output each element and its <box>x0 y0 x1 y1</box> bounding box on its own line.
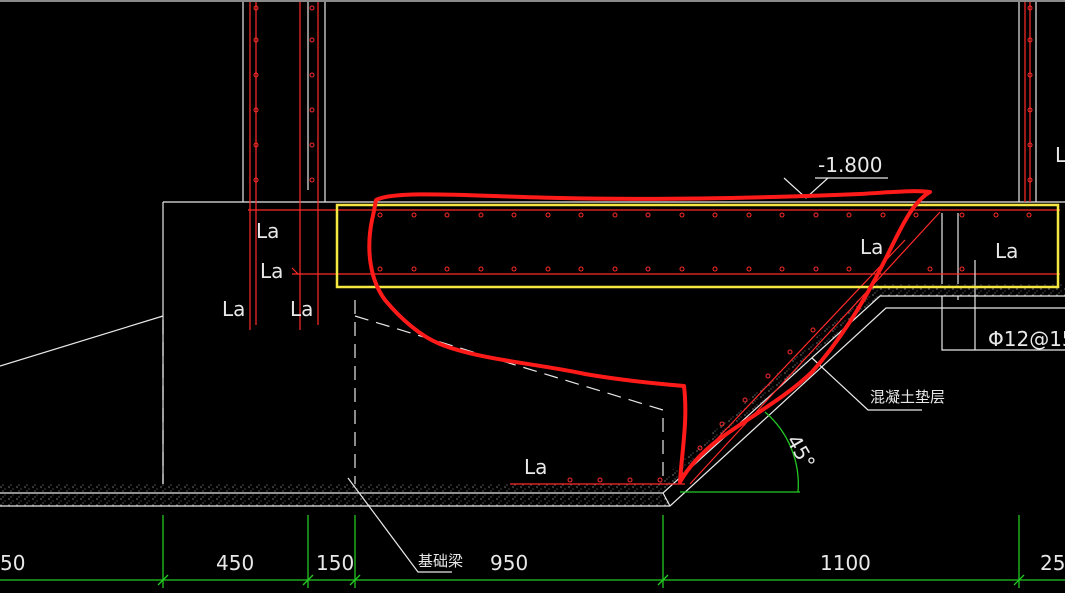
la-label: La <box>256 219 279 243</box>
beam-label: 基础梁 <box>418 552 463 570</box>
freehand-annotation <box>367 189 932 484</box>
la-label: La <box>222 297 245 321</box>
dimension-value: 1100 <box>820 551 871 575</box>
column-rebar-dots <box>253 5 1033 183</box>
angle-label: 45° <box>782 431 821 474</box>
la-label: La <box>995 239 1018 263</box>
la-label: La <box>290 297 313 321</box>
dimension-line <box>0 515 1065 588</box>
highlight-box <box>335 203 1060 289</box>
dimension-value: 450 <box>216 551 254 575</box>
cushion-label: 混凝土垫层 <box>870 388 945 406</box>
la-label: La <box>524 455 547 479</box>
la-label: La <box>260 259 283 283</box>
cad-drawing-canvas[interactable]: La La La La La La La L -1.800 Φ12@150 混凝… <box>0 0 1065 588</box>
dimension-value: 150 <box>316 551 354 575</box>
anchorage-labels: La La La La La La La L <box>222 143 1065 479</box>
la-label: La <box>860 235 883 259</box>
elevation-label: -1.800 <box>818 153 882 177</box>
edge-label: L <box>1055 143 1065 167</box>
column-rebars <box>249 2 1031 330</box>
rebar-spec-label: Φ12@150 <box>988 327 1065 351</box>
dimension-value: 50 <box>0 551 25 575</box>
column-left <box>242 2 326 202</box>
dimension-value: 250 <box>1040 551 1065 575</box>
dimension-value: 950 <box>490 551 528 575</box>
foundation-outline <box>0 201 1065 492</box>
dimension-labels: 50 450 150 950 1100 250 <box>0 551 1065 575</box>
column-right <box>1018 2 1037 202</box>
